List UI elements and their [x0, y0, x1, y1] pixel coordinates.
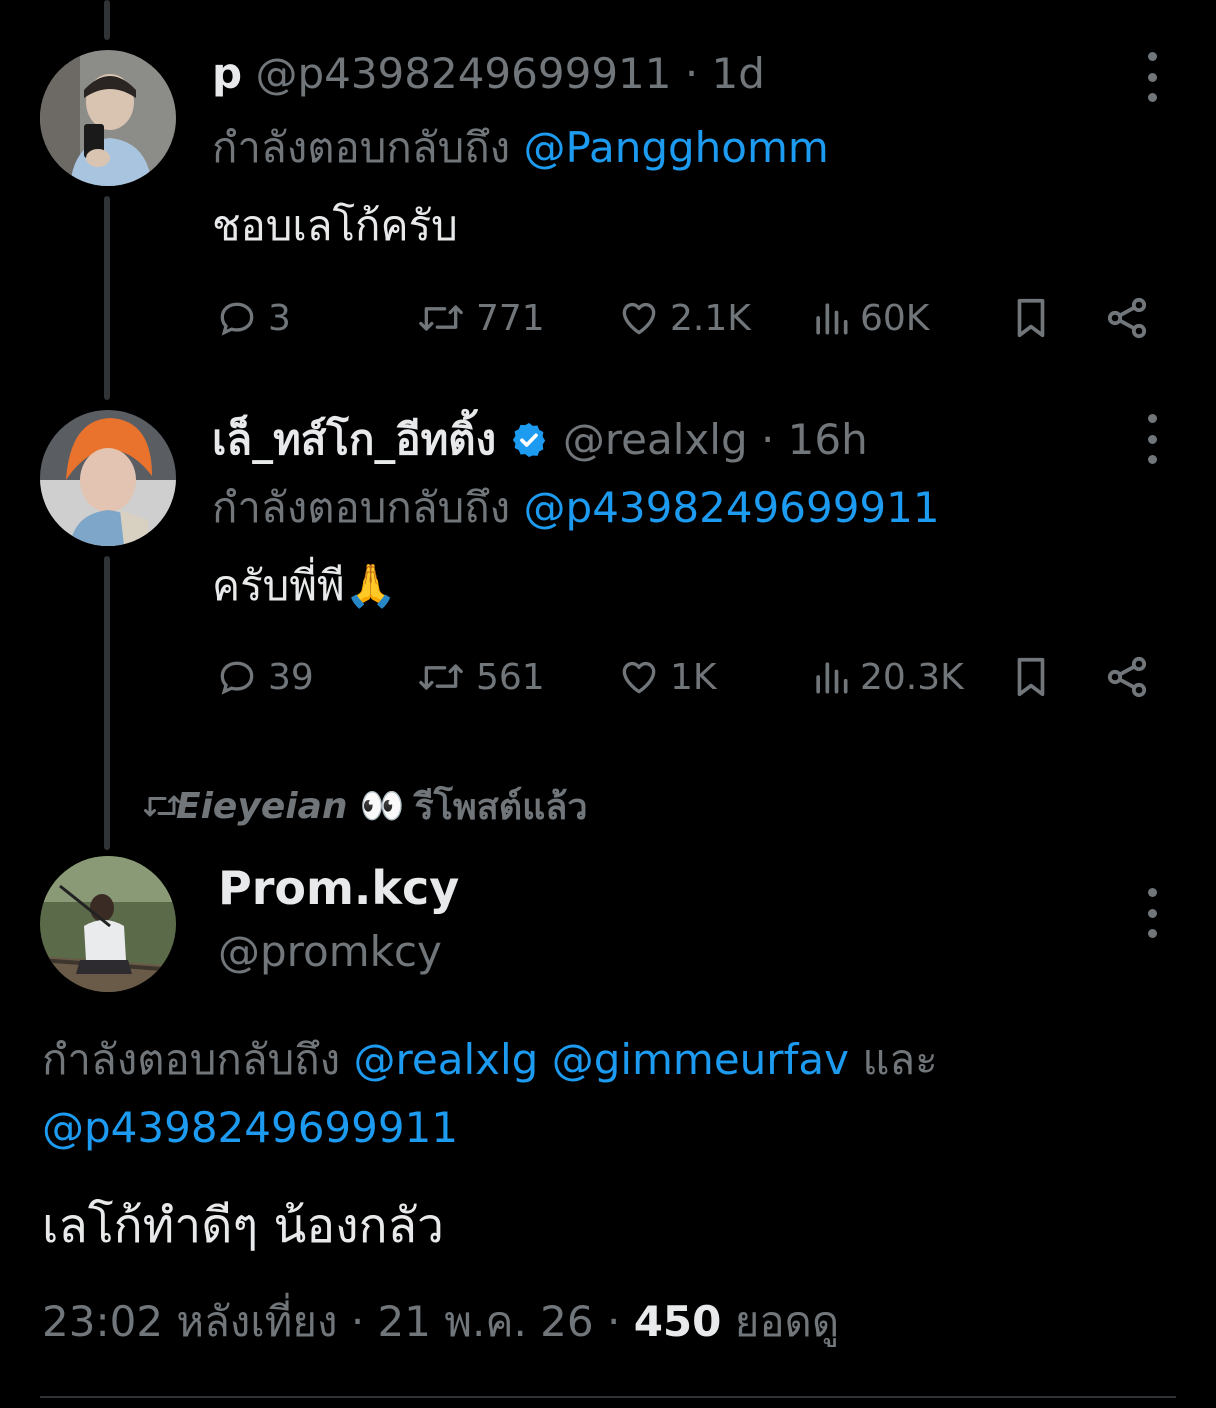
reply-icon [220, 302, 254, 336]
action-bar: 3 771 2.1K 60K [212, 293, 1172, 343]
display-name[interactable]: เล็_ทส์โก_อีทติ้ง [212, 415, 496, 464]
avatar[interactable] [40, 856, 176, 992]
praying-hands-emoji: 🙏 [344, 561, 397, 610]
tweet-text-line: ครับพี่พี🙏 [212, 560, 397, 612]
reply-to-line: กำลังตอบกลับถึง @Pangghomm [212, 122, 829, 174]
separator: · [593, 1297, 634, 1346]
handle[interactable]: @p4398249699911 [255, 49, 671, 98]
reply-button[interactable]: 39 [212, 652, 314, 702]
handle[interactable]: @promkcy [218, 927, 442, 976]
tweet-meta: 23:02 หลังเที่ยง · 21 พ.ค. 26 · 450 ยอดด… [42, 1296, 839, 1348]
repost-button[interactable]: 561 [412, 652, 545, 702]
reply-prefix: กำลังตอบกลับถึง [212, 483, 524, 532]
repost-count: 561 [476, 656, 545, 698]
views-button[interactable]: 60K [808, 293, 929, 343]
bookmark-button[interactable] [1008, 652, 1054, 702]
bookmark-icon [1017, 657, 1045, 697]
timestamp[interactable]: 16h [788, 415, 868, 464]
repost-user[interactable]: Eieyeian [176, 786, 348, 827]
share-icon [1107, 656, 1147, 698]
views-count: 450 [633, 1297, 722, 1346]
avatar[interactable] [40, 50, 176, 186]
repost-count: 771 [476, 297, 545, 339]
divider [40, 1396, 1176, 1398]
separator: · [671, 49, 712, 98]
main-tweet-name: Prom.kcy [218, 862, 459, 914]
like-icon [622, 303, 656, 335]
more-icon[interactable] [1136, 52, 1168, 102]
like-icon [622, 662, 656, 694]
more-icon[interactable] [1136, 888, 1168, 938]
separator: · [747, 415, 788, 464]
share-button[interactable] [1102, 652, 1152, 702]
repost-banner[interactable]: Eieyeian 👀 รีโพสต์แล้ว [140, 778, 588, 834]
mention-link[interactable]: @Pangghomm [524, 123, 829, 172]
share-button[interactable] [1102, 293, 1152, 343]
action-bar: 39 561 1K 20.3K [212, 652, 1172, 702]
bookmark-button[interactable] [1008, 293, 1054, 343]
views-label: ยอดดู [734, 1297, 840, 1346]
avatar-image-icon [40, 410, 176, 546]
reply-count: 3 [268, 297, 291, 339]
views-icon [816, 662, 848, 694]
handle[interactable]: @realxlg [563, 415, 748, 464]
tweet-date[interactable]: 21 พ.ค. 26 [378, 1297, 594, 1346]
repost-label: รีโพสต์แล้ว [414, 786, 588, 828]
more-icon[interactable] [1136, 414, 1168, 464]
reply-icon [220, 661, 254, 695]
tweet-header: เล็_ทส์โก_อีทติ้ง @realxlg · 16h [212, 414, 868, 466]
tweet-text: ครับพี่พี [212, 561, 345, 610]
thread-line-top [104, 0, 110, 40]
mention-link[interactable]: @gimmeurfav [552, 1035, 849, 1084]
like-button[interactable]: 1K [614, 652, 717, 702]
eyes-emoji: 👀 [359, 786, 405, 827]
views-count: 60K [860, 297, 930, 339]
display-name[interactable]: p [212, 49, 242, 98]
main-tweet-handle: @promkcy [218, 926, 442, 978]
reply-to-line: กำลังตอบกลับถึง @p4398249699911 [212, 482, 940, 534]
display-name[interactable]: Prom.kcy [218, 861, 459, 915]
like-button[interactable]: 2.1K [614, 293, 751, 343]
reply-count: 39 [268, 656, 314, 698]
avatar-image-icon [40, 50, 176, 186]
views-icon [816, 303, 848, 335]
verified-badge-icon[interactable] [509, 420, 549, 460]
repost-icon [419, 305, 463, 331]
timestamp[interactable]: 1d [712, 49, 765, 98]
mention-link[interactable]: @p4398249699911 [524, 483, 940, 532]
repost-button[interactable]: 771 [412, 293, 545, 343]
tweet-text: เลโก้ทำดีๆ น้องกลัว [42, 1198, 444, 1254]
mention-link[interactable]: @p4398249699911 [42, 1103, 458, 1152]
repost-icon [419, 664, 463, 690]
views-button[interactable]: 20.3K [808, 652, 964, 702]
mention-link[interactable]: @realxlg [354, 1035, 539, 1084]
share-icon [1107, 297, 1147, 339]
reply-button[interactable]: 3 [212, 293, 291, 343]
reply-prefix: กำลังตอบกลับถึง [42, 1035, 354, 1084]
repost-icon [144, 795, 180, 817]
reply-to-line-2: @p4398249699911 [42, 1102, 458, 1154]
and-word: และ [862, 1035, 938, 1084]
reply-to-line: กำลังตอบกลับถึง @realxlg @gimmeurfav และ [42, 1034, 938, 1086]
like-count: 1K [670, 656, 717, 698]
reply-prefix: กำลังตอบกลับถึง [212, 123, 524, 172]
thread-line-2 [104, 556, 110, 850]
thread-line-1 [104, 196, 110, 400]
separator: · [337, 1297, 378, 1346]
avatar[interactable] [40, 410, 176, 546]
tweet-text: ชอบเลโก้ครับ [212, 201, 458, 250]
avatar-image-icon [40, 856, 176, 992]
tweet-header: p @p4398249699911 · 1d [212, 48, 765, 100]
views-count: 20.3K [860, 656, 964, 698]
like-count: 2.1K [670, 297, 751, 339]
bookmark-icon [1017, 298, 1045, 338]
tweet-time[interactable]: 23:02 หลังเที่ยง [42, 1297, 337, 1346]
